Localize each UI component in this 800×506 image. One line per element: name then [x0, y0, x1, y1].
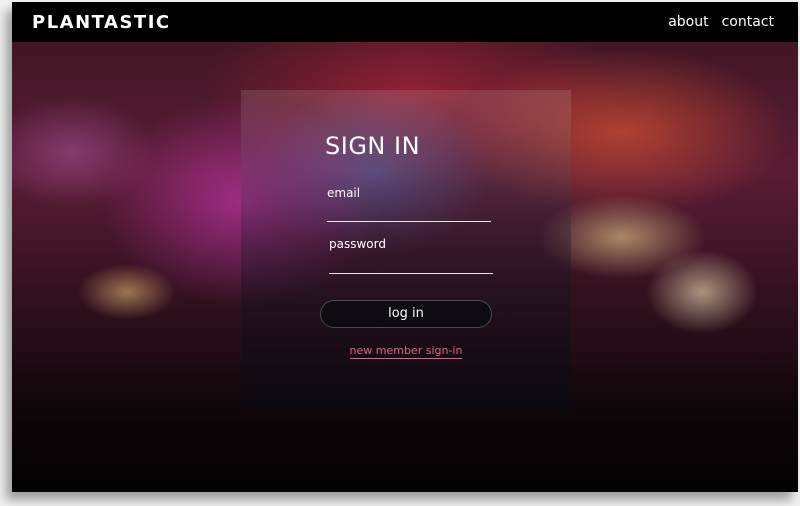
sign-in-title: SIGN IN: [325, 132, 421, 160]
nav-links: about contact: [668, 14, 774, 30]
signup-link-wrapper: new member sign-in: [241, 339, 571, 359]
password-label: password: [329, 237, 386, 251]
nav-contact-link[interactable]: contact: [722, 14, 774, 30]
email-label: email: [327, 186, 361, 200]
top-navigation-bar: PLANTASTIC about contact: [12, 2, 798, 42]
brand-logo[interactable]: PLANTASTIC: [32, 12, 171, 33]
nav-about-link[interactable]: about: [668, 14, 708, 30]
password-field[interactable]: [329, 273, 493, 274]
new-member-signup-link[interactable]: new member sign-in: [349, 344, 463, 359]
email-field[interactable]: [327, 221, 491, 222]
browser-viewport: PLANTASTIC about contact SIGN IN email p…: [12, 2, 798, 492]
sign-in-panel: SIGN IN email password log in new member…: [241, 90, 571, 410]
log-in-button[interactable]: log in: [320, 300, 492, 328]
